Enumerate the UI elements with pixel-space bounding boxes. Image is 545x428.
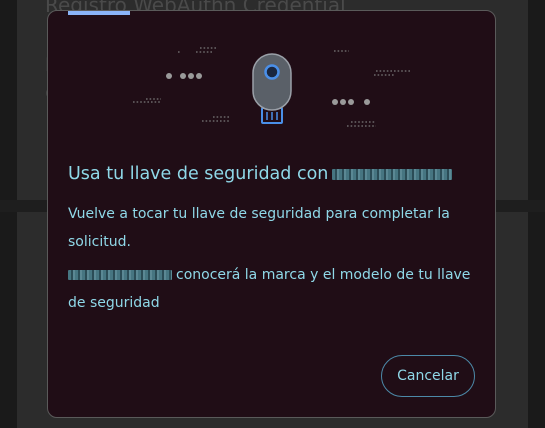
- connection-dots-right: [332, 99, 370, 105]
- dialog-title-text: Usa tu llave de seguridad con: [68, 164, 329, 184]
- redacted-site-name: [68, 270, 172, 280]
- security-key-illustration: [133, 47, 412, 127]
- usb-security-key-icon: [252, 53, 292, 124]
- redacted-site-name: [332, 168, 453, 180]
- instruction-text: Vuelve a tocar tu llave de seguridad par…: [68, 206, 450, 250]
- connection-dots-left: [166, 73, 202, 79]
- security-key-dialog: Usa tu llave de seguridad con Vuelve a t…: [47, 10, 496, 418]
- dialog-title: Usa tu llave de seguridad con: [68, 164, 453, 184]
- cancel-button[interactable]: Cancelar: [381, 355, 475, 397]
- privacy-notice: conocerá la marca y el modelo de tu llav…: [68, 261, 478, 317]
